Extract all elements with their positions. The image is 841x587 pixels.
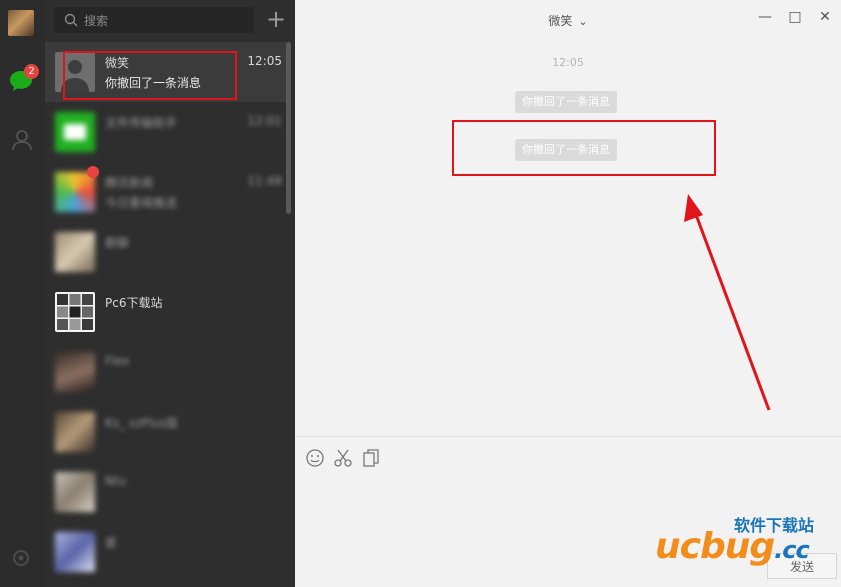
conversation-time: 11:48	[247, 174, 282, 188]
conversation-item[interactable]: 文件传输助手 12:01	[45, 102, 286, 162]
chat-title: 微笑	[548, 14, 573, 28]
unread-badge: 2	[24, 64, 39, 79]
file-icon[interactable]	[361, 448, 381, 468]
conversation-name: Flex	[105, 354, 130, 368]
search-icon	[64, 13, 78, 27]
highlight-box-conversation	[63, 51, 237, 100]
folder-icon	[64, 124, 86, 140]
conversation-item[interactable]: Ks_ szPlus版	[45, 402, 286, 462]
conversation-item[interactable]: Pc6下载站	[45, 282, 286, 342]
maximize-button[interactable]: □	[788, 10, 802, 24]
list-scrollbar[interactable]	[286, 42, 291, 214]
emoji-icon[interactable]	[305, 448, 325, 468]
avatar	[55, 172, 95, 212]
watermark-logo: ucbug.cc	[655, 526, 810, 567]
avatar	[55, 412, 95, 452]
avatar	[55, 232, 95, 272]
avatar	[55, 532, 95, 572]
watermark-suffix: .cc	[774, 536, 810, 564]
unread-dot	[87, 166, 99, 178]
conversation-item[interactable]: 群聊	[45, 222, 286, 282]
avatar	[55, 112, 95, 152]
conversation-name: Ks_ szPlus版	[105, 416, 178, 430]
avatar	[55, 292, 95, 332]
conversation-name: 腾讯新闻	[105, 176, 154, 190]
message-time: 12:05	[552, 56, 584, 69]
avatar	[55, 352, 95, 392]
group-avatar-icon	[57, 294, 93, 330]
conversation-name: Ntu	[105, 474, 127, 488]
search-placeholder: 搜索	[84, 14, 109, 28]
conversation-time: 12:01	[247, 114, 282, 128]
conversation-name: 文件传输助手	[105, 116, 178, 130]
system-message: 你撤回了一条消息	[515, 91, 617, 113]
nav-rail: 2	[0, 0, 45, 587]
scissors-icon[interactable]	[333, 448, 353, 468]
close-button[interactable]: ✕	[818, 10, 832, 24]
conversation-item[interactable]: Ntu	[45, 462, 286, 522]
user-avatar[interactable]	[8, 10, 34, 36]
conversation-name: 群聊	[105, 236, 130, 250]
add-button[interactable]: +	[264, 7, 288, 32]
conversation-name: 家	[105, 536, 118, 550]
conversation-item[interactable]: 家	[45, 522, 286, 582]
search-input[interactable]: 搜索	[54, 7, 254, 33]
conversation-preview: 今日要闻推送	[105, 196, 178, 210]
settings-icon[interactable]	[11, 548, 31, 568]
minimize-button[interactable]: —	[758, 10, 772, 24]
watermark-text: ucbug	[655, 526, 775, 567]
input-divider	[295, 436, 841, 437]
conversation-time: 12:05	[247, 54, 282, 68]
chat-panel: 微笑 ⌄ — □ ✕ 12:05 你撤回了一条消息 你撤回了一条消息 发送	[295, 0, 841, 587]
conversation-item[interactable]: Flex	[45, 342, 286, 402]
avatar	[55, 472, 95, 512]
contacts-icon[interactable]	[10, 128, 34, 152]
conversation-item[interactable]: 腾讯新闻 今日要闻推送 11:48	[45, 162, 286, 222]
chevron-down-icon[interactable]: ⌄	[578, 15, 587, 28]
highlight-box-message	[452, 120, 716, 176]
conversation-name: Pc6下载站	[105, 296, 163, 310]
